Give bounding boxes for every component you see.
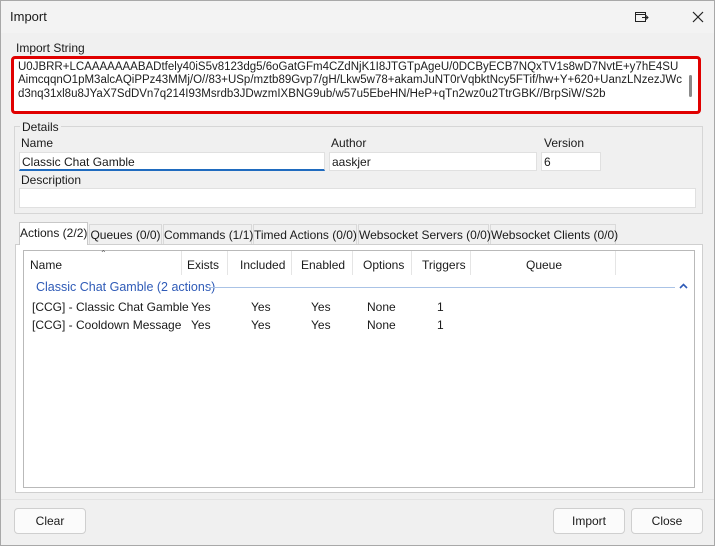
- cell-name: [CCG] - Classic Chat Gamble: [32, 300, 189, 314]
- description-label: Description: [21, 173, 82, 187]
- import-string-scrollbar[interactable]: [685, 61, 695, 109]
- column-header-queue[interactable]: Queue: [526, 251, 616, 275]
- author-field[interactable]: aaskjer: [329, 152, 537, 171]
- window-title: Import: [10, 9, 47, 24]
- restore-window-icon[interactable]: [619, 1, 665, 33]
- cell-exists: Yes: [191, 318, 211, 332]
- name-label: Name: [21, 136, 54, 150]
- cell-options: None: [367, 300, 396, 314]
- details-group-label: Details: [20, 120, 61, 134]
- title-bar[interactable]: Import: [1, 1, 714, 33]
- column-header-included[interactable]: Included: [240, 251, 292, 275]
- tab-commands[interactable]: Commands (1/1): [163, 224, 253, 244]
- version-field[interactable]: 6: [541, 152, 601, 171]
- cell-included: Yes: [251, 318, 271, 332]
- tab-websocket-clients[interactable]: Websocket Clients (0/0): [490, 224, 618, 244]
- cell-enabled: Yes: [311, 300, 331, 314]
- clear-button[interactable]: Clear: [14, 508, 86, 534]
- close-button[interactable]: Close: [631, 508, 703, 534]
- import-dialog: Import Import String U0JBRR+LCAAAAAAABAD…: [0, 0, 715, 546]
- version-label: Version: [544, 136, 585, 150]
- cell-triggers: 1: [437, 318, 444, 332]
- description-field[interactable]: [19, 188, 696, 208]
- cell-exists: Yes: [191, 300, 211, 314]
- import-button[interactable]: Import: [553, 508, 625, 534]
- version-field-value: 6: [544, 155, 551, 169]
- chevron-up-icon[interactable]: [677, 280, 689, 292]
- column-header-enabled[interactable]: Enabled: [301, 251, 353, 275]
- tab-actions[interactable]: Actions (2/2): [19, 222, 88, 245]
- column-header-exists[interactable]: Exists: [187, 251, 228, 275]
- column-header-name[interactable]: Name ⌃: [30, 249, 182, 275]
- scrollbar-thumb[interactable]: [689, 75, 692, 97]
- tab-websocket-servers[interactable]: Websocket Servers (0/0): [358, 224, 491, 244]
- author-field-value: aaskjer: [332, 155, 371, 169]
- name-field[interactable]: Classic Chat Gamble: [19, 152, 325, 171]
- import-string-value[interactable]: U0JBRR+LCAAAAAAABADtfely40iS5v8123dg5/6o…: [18, 61, 682, 101]
- import-string-label: Import String: [16, 41, 85, 55]
- sort-ascending-icon: ⌃: [100, 249, 107, 258]
- cell-triggers: 1: [437, 300, 444, 314]
- column-header-name-label: Name: [30, 258, 63, 272]
- close-icon[interactable]: [675, 1, 715, 33]
- group-divider: [208, 287, 675, 288]
- name-field-value: Classic Chat Gamble: [22, 155, 135, 169]
- cell-enabled: Yes: [311, 318, 331, 332]
- column-header-options[interactable]: Options: [363, 251, 412, 275]
- actions-tab-panel: Name ⌃ Exists Included Enabled Options T…: [15, 244, 703, 493]
- group-title[interactable]: Classic Chat Gamble (2 actions): [36, 280, 215, 294]
- actions-list[interactable]: Name ⌃ Exists Included Enabled Options T…: [23, 249, 695, 488]
- table-row[interactable]: [CCG] - Classic Chat Gamble Yes Yes Yes …: [24, 299, 694, 317]
- tab-queues[interactable]: Queues (0/0): [89, 224, 162, 244]
- import-string-input[interactable]: U0JBRR+LCAAAAAAABADtfely40iS5v8123dg5/6o…: [11, 56, 701, 114]
- cell-options: None: [367, 318, 396, 332]
- tab-timed-actions[interactable]: Timed Actions (0/0): [253, 224, 357, 244]
- column-header-triggers[interactable]: Triggers: [422, 251, 471, 275]
- footer-divider: [1, 499, 714, 500]
- author-label: Author: [331, 136, 367, 150]
- cell-included: Yes: [251, 300, 271, 314]
- cell-name: [CCG] - Cooldown Message: [32, 318, 182, 332]
- table-row[interactable]: [CCG] - Cooldown Message Yes Yes Yes Non…: [24, 317, 694, 335]
